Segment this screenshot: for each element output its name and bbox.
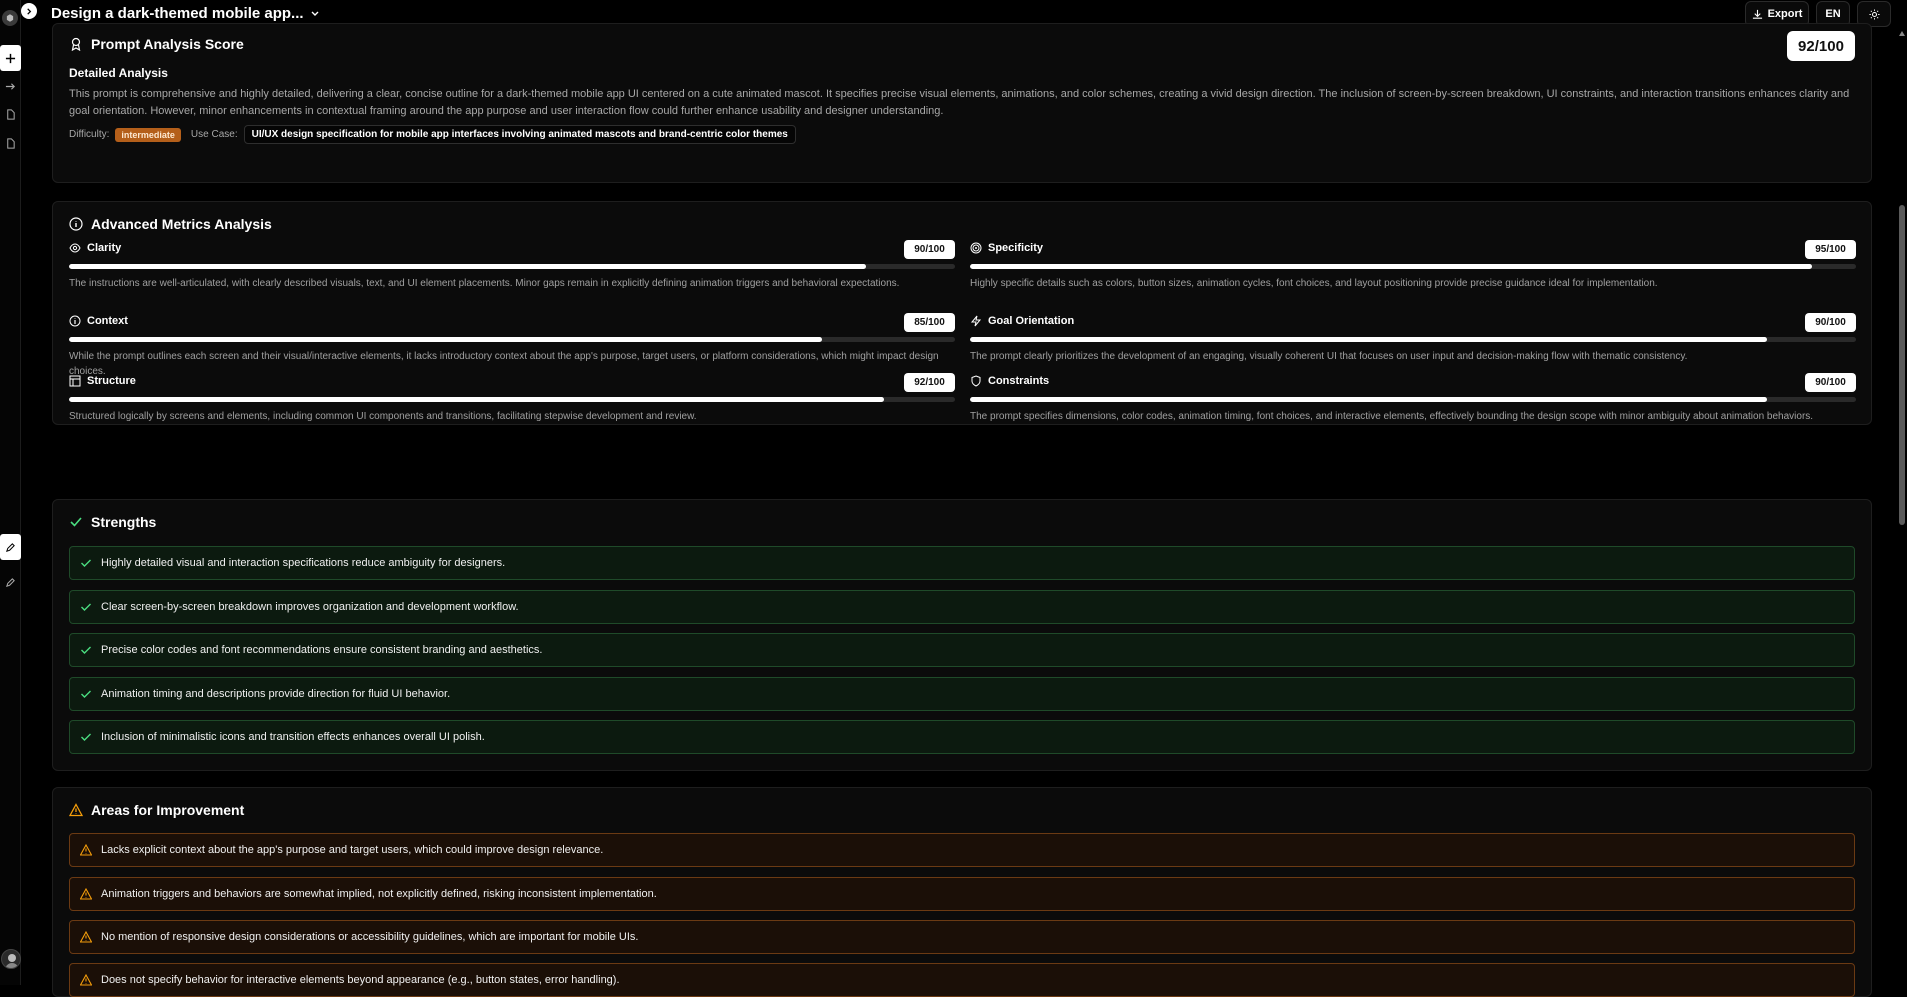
metric-progress-fill — [970, 264, 1812, 269]
warning-icon — [80, 974, 92, 986]
strength-item: Animation timing and descriptions provid… — [69, 677, 1855, 711]
chevron-down-icon — [311, 11, 319, 16]
metric-progress-bar — [970, 397, 1856, 402]
page-scrollbar[interactable] — [1897, 29, 1907, 985]
page-title: Design a dark-themed mobile app... — [51, 5, 304, 22]
strength-item: Clear screen-by-screen breakdown improve… — [69, 590, 1855, 624]
analysis-meta: Difficulty: intermediate Use Case: UI/UX… — [69, 125, 796, 144]
advanced-metrics-header: Advanced Metrics Analysis — [69, 216, 272, 232]
use-case-badge: UI/UX design specification for mobile ap… — [243, 125, 796, 144]
difficulty-badge: intermediate — [115, 127, 181, 142]
metric-name: Goal Orientation — [988, 315, 1075, 327]
document-icon[interactable] — [2, 135, 19, 152]
arrow-right-icon[interactable] — [2, 78, 19, 95]
scrollbar-thumb[interactable] — [1899, 205, 1905, 525]
metric-description: The prompt clearly prioritizes the devel… — [970, 351, 1688, 362]
metric-score-badge: 85/100 — [904, 313, 955, 332]
chevron-right-icon — [26, 7, 31, 15]
metric-progress-bar — [970, 337, 1856, 342]
metric-progress-fill — [970, 337, 1768, 342]
metric-progress-fill — [970, 397, 1768, 402]
lightning-icon — [970, 315, 982, 327]
warning-icon — [80, 888, 92, 900]
metric-progress-bar — [69, 337, 955, 342]
document-icon[interactable] — [2, 106, 19, 123]
download-icon — [1752, 9, 1762, 19]
advanced-metrics-card: Advanced Metrics Analysis Clarity 90/100… — [52, 201, 1872, 425]
improvement-item: Animation triggers and behaviors are som… — [69, 877, 1855, 911]
edit-button[interactable] — [0, 534, 21, 560]
check-icon — [81, 603, 91, 611]
sun-icon — [1868, 8, 1880, 20]
warning-icon — [80, 844, 92, 856]
strength-item: Highly detailed visual and interaction s… — [69, 546, 1855, 580]
overall-score-badge: 92/100 — [1787, 31, 1855, 61]
prompt-analysis-card: Prompt Analysis Score 92/100 Detailed An… — [52, 23, 1872, 183]
improvements-header: Areas for Improvement — [69, 802, 244, 818]
sidebar-toggle-button[interactable] — [21, 3, 37, 19]
strength-item: Inclusion of minimalistic icons and tran… — [69, 720, 1855, 754]
info-icon — [69, 315, 81, 327]
metric-name: Clarity — [87, 242, 122, 254]
difficulty-label: Difficulty: — [69, 129, 110, 140]
metric-progress-bar — [69, 397, 955, 402]
app-logo-icon[interactable] — [2, 10, 18, 26]
new-prompt-button[interactable] — [0, 45, 21, 71]
check-icon — [81, 646, 91, 654]
detailed-analysis-heading: Detailed Analysis — [69, 66, 168, 80]
improvement-item: Lacks explicit context about the app's p… — [69, 833, 1855, 867]
metric-progress-fill — [69, 264, 867, 269]
use-case-label: Use Case: — [190, 129, 238, 140]
strengths-section: Strengths Highly detailed visual and int… — [52, 499, 1872, 771]
metric-score-badge: 90/100 — [904, 240, 955, 259]
prompt-analysis-header: Prompt Analysis Score — [69, 36, 244, 52]
improvements-section: Areas for Improvement Lacks explicit con… — [52, 787, 1872, 997]
scroll-up-arrow-icon[interactable] — [1899, 31, 1905, 36]
shield-icon — [971, 375, 981, 387]
plus-icon — [5, 53, 16, 63]
warning-icon — [69, 803, 83, 817]
metric-score-badge: 92/100 — [904, 373, 955, 392]
metric-progress-fill — [69, 337, 823, 342]
info-icon — [69, 217, 83, 231]
metric-score-badge: 90/100 — [1805, 313, 1856, 332]
metric-progress-fill — [69, 397, 885, 402]
layout-icon — [69, 375, 81, 387]
check-icon — [81, 690, 91, 698]
pencil-icon[interactable] — [2, 574, 19, 591]
metric-name: Constraints — [988, 375, 1050, 387]
eye-icon — [69, 243, 81, 253]
check-icon — [81, 559, 91, 567]
metric-name: Structure — [87, 375, 136, 387]
strengths-header: Strengths — [69, 514, 156, 530]
pencil-icon — [6, 542, 15, 552]
metric-description: Highly specific details such as colors, … — [970, 278, 1658, 289]
improvement-item: No mention of responsive design consider… — [69, 920, 1855, 954]
left-sidebar — [0, 0, 21, 985]
detailed-analysis-text: This prompt is comprehensive and highly … — [69, 88, 1850, 117]
metric-name: Specificity — [988, 242, 1044, 254]
warning-icon — [80, 931, 92, 943]
metric-description: While the prompt outlines each screen an… — [69, 351, 939, 377]
metric-description: Structured logically by screens and elem… — [69, 411, 697, 422]
metric-name: Context — [87, 315, 128, 327]
metric-score-badge: 90/100 — [1805, 373, 1856, 392]
metric-description: The prompt specifies dimensions, color c… — [970, 411, 1814, 422]
improvement-item: Does not specify behavior for interactiv… — [69, 963, 1855, 997]
metric-progress-bar — [69, 264, 955, 269]
user-avatar[interactable] — [1, 949, 21, 969]
metric-progress-bar — [970, 264, 1856, 269]
target-icon — [970, 242, 982, 254]
prompt-title-dropdown[interactable]: Design a dark-themed mobile app... — [51, 5, 320, 22]
metric-score-badge: 95/100 — [1805, 240, 1856, 259]
strength-item: Precise color codes and font recommendat… — [69, 633, 1855, 667]
check-icon — [70, 517, 82, 527]
award-icon — [71, 37, 81, 51]
metric-description: The instructions are well-articulated, w… — [69, 278, 900, 289]
check-icon — [81, 733, 91, 741]
